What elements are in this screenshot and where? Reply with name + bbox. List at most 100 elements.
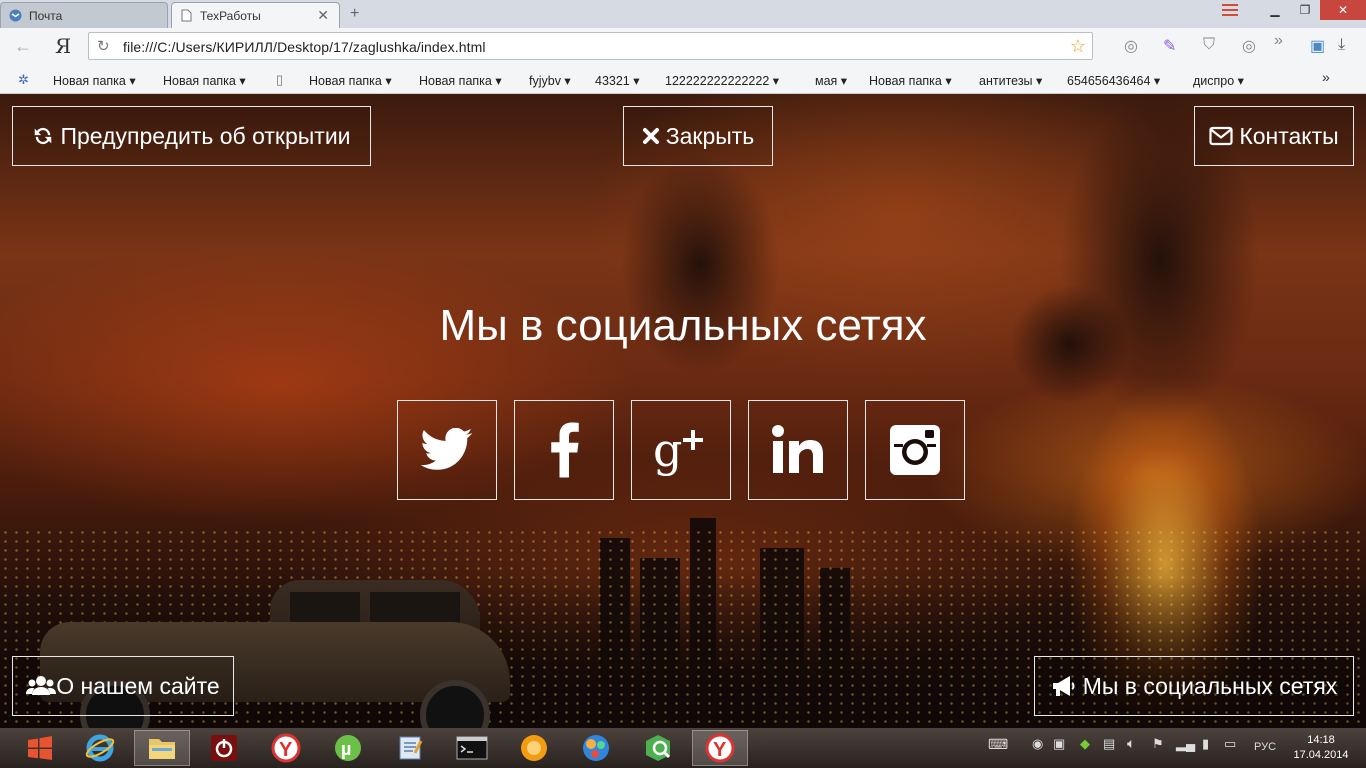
close-label: Закрыть — [665, 122, 755, 149]
minimize-icon[interactable]: ▁ — [1260, 0, 1290, 20]
language-indicator[interactable]: РУС — [1254, 741, 1276, 753]
yandex-browser-icon[interactable]: Y — [258, 730, 314, 766]
text-editor-icon[interactable] — [382, 730, 438, 766]
yandex-browser-active-icon[interactable]: Y — [692, 730, 748, 766]
clock-date: 17.04.2014 — [1293, 749, 1349, 761]
linkedin-icon — [772, 425, 823, 473]
bookmark-folder[interactable]: 654656436464 ▾ — [1067, 73, 1160, 88]
page-bookmark-icon[interactable]: ▯ — [276, 72, 283, 88]
address-bar[interactable]: ↻ file:///C:/Users/КИРИЛЛ/Desktop/17/zag… — [88, 32, 1093, 60]
more-extensions-icon[interactable]: » — [1274, 32, 1283, 50]
yandex-bookmark-icon[interactable]: ✲ — [18, 72, 29, 88]
bookmark-folder[interactable]: диспро ▾ — [1193, 73, 1244, 88]
chrome-style-browser-icon[interactable] — [568, 730, 624, 766]
instagram-link[interactable] — [865, 400, 965, 500]
svg-text:µ: µ — [341, 739, 351, 759]
page-icon — [181, 9, 192, 22]
google-plus-link[interactable]: g — [631, 400, 731, 500]
refresh-icon — [35, 127, 52, 145]
utorrent-icon[interactable]: µ — [320, 730, 376, 766]
svg-text:Y: Y — [279, 739, 293, 761]
flag-icon[interactable]: ⚑ — [1152, 736, 1164, 752]
bookmark-folder[interactable]: fyjybv ▾ — [529, 73, 571, 88]
browser-menu-icon[interactable] — [1222, 4, 1238, 19]
network-signal-icon[interactable]: ▂▄ — [1176, 736, 1195, 752]
browser-toolbar: ← Я ↻ file:///C:/Users/КИРИЛЛ/Desktop/17… — [0, 28, 1366, 66]
contacts-label: Контакты — [1239, 122, 1339, 149]
notify-on-open-button[interactable]: Предупредить об открытии — [12, 106, 371, 166]
windows-taskbar: Y µ Y ⌨ ◉ ▣ ◆ ▤ 🔈︎ ⚑ ▂▄ ▮ ▭ РУС 14:18 17… — [0, 728, 1366, 768]
bookmark-folder[interactable]: 43321 ▾ — [595, 73, 640, 88]
keyboard-icon[interactable]: ⌨ — [988, 736, 1008, 753]
volume-icon[interactable]: 🔈︎ — [1127, 735, 1135, 752]
new-tab-button[interactable]: + — [350, 5, 359, 23]
tab-strip: Почта ТехРаботы ✕ + ▁ ❐ ✕ — [0, 0, 1366, 28]
tray-media-icon[interactable]: ▣ — [1053, 736, 1065, 752]
download-icon[interactable]: ⤓ — [1338, 36, 1345, 54]
facebook-link[interactable] — [514, 400, 614, 500]
search-extension-icon[interactable]: ◎ — [1242, 36, 1256, 56]
facebook-icon — [551, 422, 579, 478]
search-icon[interactable]: ◎ — [1124, 36, 1138, 56]
envelope-icon — [1209, 126, 1233, 146]
instagram-icon — [890, 425, 940, 475]
social-networks-button[interactable]: Мы в социальных сетях — [1034, 656, 1354, 716]
social-networks-label: Мы в социальных сетях — [1082, 672, 1338, 699]
clock-time: 14:18 — [1307, 734, 1335, 746]
feather-icon[interactable]: ✎ — [1163, 36, 1176, 56]
page-viewport: Предупредить об открытии Закрыть Контакт… — [0, 94, 1366, 728]
shield-icon[interactable]: ⛉ — [1203, 36, 1215, 54]
tab-techworks[interactable]: ТехРаботы ✕ — [171, 2, 340, 28]
contacts-button[interactable]: Контакты — [1194, 106, 1354, 166]
internet-explorer-icon[interactable] — [72, 730, 128, 766]
twitter-icon — [420, 428, 473, 470]
close-button[interactable]: Закрыть — [623, 106, 773, 166]
svg-text:g: g — [653, 423, 682, 477]
linkedin-link[interactable] — [748, 400, 848, 500]
nvidia-icon[interactable]: ◆ — [1080, 736, 1090, 752]
battery-icon[interactable]: ▮ — [1202, 736, 1209, 752]
twitter-link[interactable] — [397, 400, 497, 500]
tab-label: ТехРаботы — [200, 9, 261, 23]
users-icon — [26, 676, 57, 695]
bookmark-folder[interactable]: Новая папка ▾ — [309, 73, 392, 88]
power-app-icon[interactable] — [196, 730, 252, 766]
tab-mail[interactable]: Почта — [0, 2, 168, 28]
reload-icon[interactable]: ↻ — [97, 37, 110, 55]
restore-icon[interactable]: ❐ — [1290, 0, 1320, 20]
bookmark-folder[interactable]: Новая папка ▾ — [869, 73, 952, 88]
media-player-icon[interactable] — [506, 730, 562, 766]
tab-label: Почта — [29, 9, 63, 23]
svg-text:Y: Y — [713, 739, 727, 761]
window-controls: ▁ ❐ ✕ — [1260, 0, 1366, 20]
bookmark-folder[interactable]: Новая папка ▾ — [53, 73, 136, 88]
bookmark-folder[interactable]: мая ▾ — [815, 73, 847, 88]
about-site-button[interactable]: О нашем сайте — [12, 656, 234, 716]
bookmarks-more-icon[interactable]: » — [1322, 69, 1330, 85]
search-tool-icon[interactable] — [630, 730, 686, 766]
yandex-button[interactable]: Я — [55, 34, 71, 58]
file-explorer-icon[interactable] — [134, 730, 190, 766]
bookmarks-bar: ✲ Новая папка ▾ Новая папка ▾ ▯ Новая па… — [0, 66, 1366, 94]
page-heading: Мы в социальных сетях — [439, 301, 927, 350]
close-icon — [642, 128, 659, 144]
bookmark-folder[interactable]: 122222222222222 ▾ — [665, 73, 779, 88]
window-close-icon[interactable]: ✕ — [1320, 0, 1366, 20]
bookmark-folder[interactable]: антитезы ▾ — [979, 73, 1042, 88]
image-icon[interactable]: ▣ — [1310, 36, 1325, 56]
tray-display-icon[interactable]: ▭ — [1224, 736, 1236, 752]
start-button[interactable] — [12, 730, 68, 766]
close-tab-icon[interactable]: ✕ — [317, 7, 329, 24]
bullhorn-icon — [1052, 676, 1075, 696]
tray-device-icon[interactable]: ▤ — [1103, 736, 1115, 752]
command-prompt-icon[interactable] — [444, 730, 500, 766]
back-arrow-icon[interactable]: ← — [14, 36, 32, 57]
address-url[interactable]: file:///C:/Users/КИРИЛЛ/Desktop/17/zaglu… — [123, 39, 486, 55]
bookmark-folder[interactable]: Новая папка ▾ — [419, 73, 502, 88]
bookmark-star-icon[interactable]: ☆ — [1070, 36, 1086, 57]
tray-app-icon[interactable]: ◉ — [1032, 736, 1043, 752]
bookmark-folder[interactable]: Новая папка ▾ — [163, 73, 246, 88]
system-clock[interactable]: 14:18 17.04.2014 — [1290, 733, 1352, 763]
notify-label: Предупредить об открытии — [60, 122, 351, 149]
about-label: О нашем сайте — [56, 672, 220, 699]
